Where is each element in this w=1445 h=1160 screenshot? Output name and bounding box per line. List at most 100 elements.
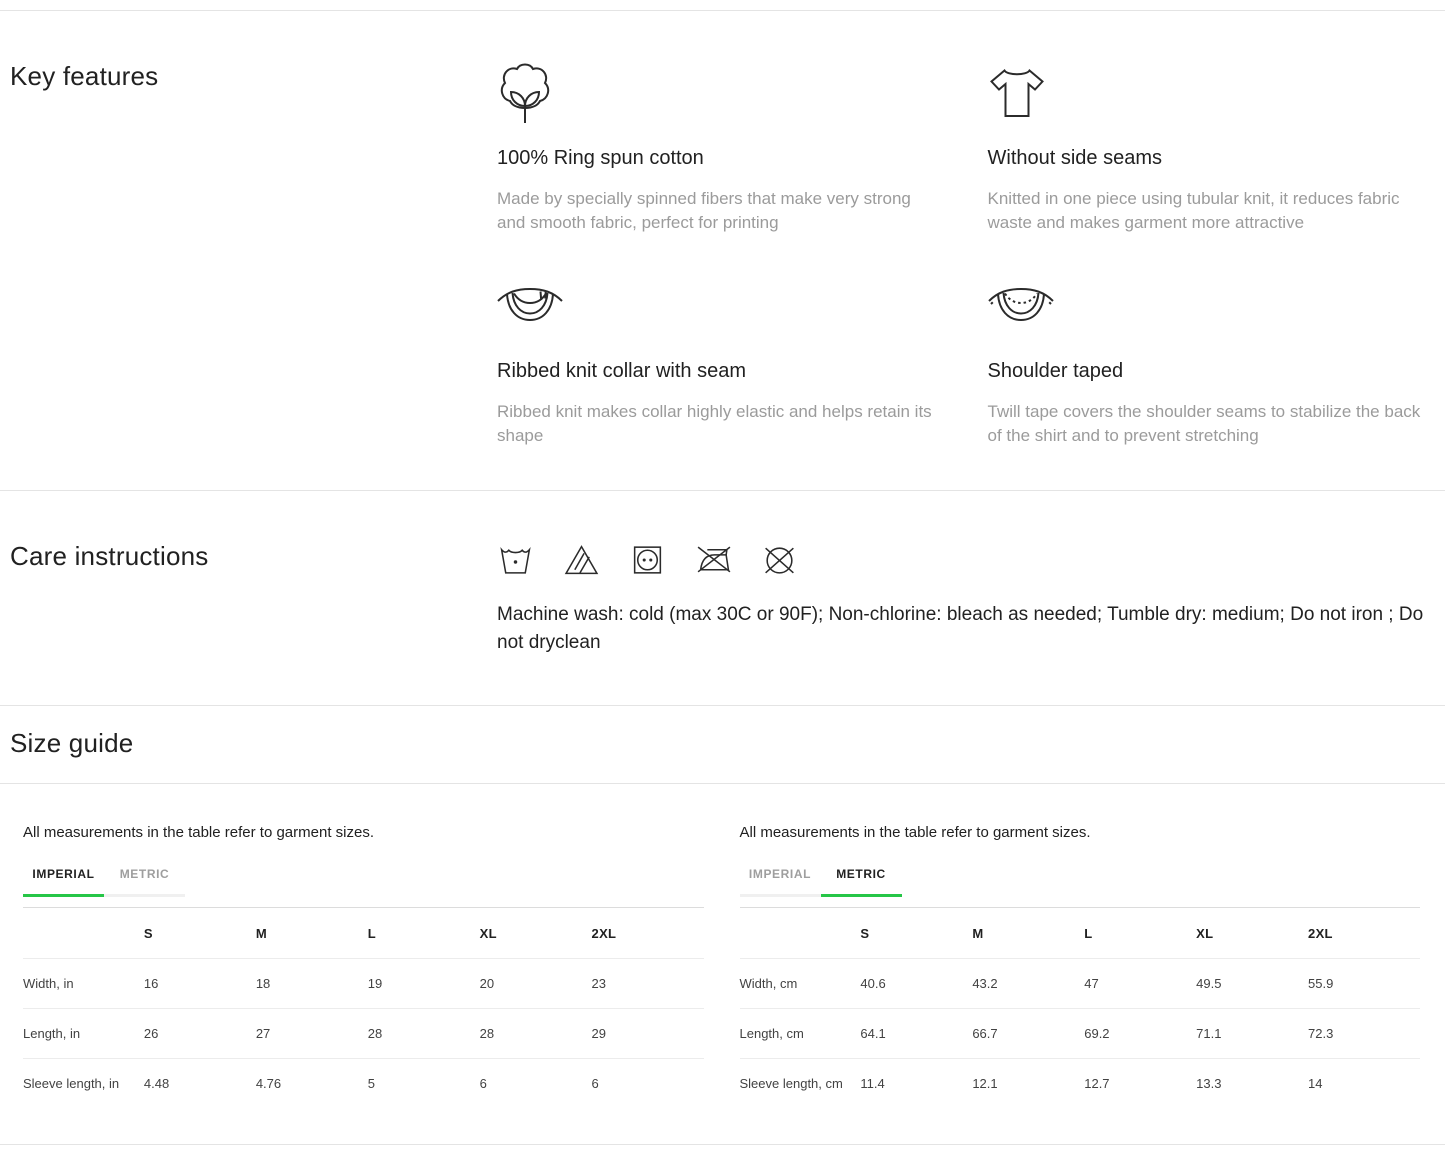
cell-value: 6 xyxy=(592,1059,704,1109)
care-instructions-section: Care instructions xyxy=(0,491,1445,705)
size-column-header-empty xyxy=(23,908,144,959)
feature-title: Without side seams xyxy=(988,147,1431,170)
cell-value: 4.48 xyxy=(144,1059,256,1109)
feature-title: Shoulder taped xyxy=(988,360,1431,383)
size-column-header: L xyxy=(1084,908,1196,959)
feature-description: Ribbed knit makes collar highly elastic … xyxy=(497,400,940,448)
size-column-header: 2XL xyxy=(1308,908,1420,959)
row-label: Sleeve length, in xyxy=(23,1059,144,1109)
do-not-iron-icon xyxy=(695,541,732,579)
top-spacer xyxy=(0,0,1445,10)
size-column-header: 2XL xyxy=(592,908,704,959)
feature-title: Ribbed knit collar with seam xyxy=(497,360,940,383)
table-row: Sleeve length, in 4.48 4.76 5 6 6 xyxy=(23,1059,704,1109)
product-details-page: Key features 100% Ring spun cotton Made … xyxy=(0,0,1445,1145)
table-row: Width, cm 40.6 43.2 47 49.5 55.9 xyxy=(740,959,1421,1009)
tab-metric[interactable]: METRIC xyxy=(104,867,185,897)
cell-value: 14 xyxy=(1308,1059,1420,1109)
features-grid: 100% Ring spun cotton Made by specially … xyxy=(497,61,1430,448)
row-label: Length, in xyxy=(23,1009,144,1059)
key-features-section: Key features 100% Ring spun cotton Made … xyxy=(0,11,1445,490)
table-row: Sleeve length, cm 11.4 12.1 12.7 13.3 14 xyxy=(740,1059,1421,1109)
cell-value: 16 xyxy=(144,959,256,1009)
tab-imperial[interactable]: IMPERIAL xyxy=(740,867,821,897)
row-label: Width, cm xyxy=(740,959,861,1009)
cell-value: 12.1 xyxy=(972,1059,1084,1109)
feature-shoulder-taped: Shoulder taped Twill tape covers the sho… xyxy=(988,274,1431,448)
shoulder-taped-icon xyxy=(988,274,1431,338)
size-column-header-empty xyxy=(740,908,861,959)
metric-size-table: S M L XL 2XL Width, cm 40.6 43.2 47 49.5 xyxy=(740,907,1421,1109)
machine-wash-cold-icon xyxy=(497,541,534,579)
cell-value: 28 xyxy=(480,1009,592,1059)
size-table-imperial-column: All measurements in the table refer to g… xyxy=(23,824,704,1109)
tab-imperial-label: IMPERIAL xyxy=(32,867,94,881)
care-instructions-text: Machine wash: cold (max 30C or 90F); Non… xyxy=(497,601,1430,657)
size-guide-tables-section: All measurements in the table refer to g… xyxy=(0,784,1445,1144)
care-instructions-content: Machine wash: cold (max 30C or 90F); Non… xyxy=(497,541,1430,657)
size-column-header: S xyxy=(144,908,256,959)
tab-imperial-label: IMPERIAL xyxy=(749,867,811,881)
section-divider xyxy=(0,1144,1445,1145)
cotton-icon xyxy=(497,61,940,125)
feature-description: Made by specially spinned fibers that ma… xyxy=(497,187,940,235)
size-guide-heading-section: Size guide xyxy=(0,706,1445,783)
row-label: Length, cm xyxy=(740,1009,861,1059)
cell-value: 71.1 xyxy=(1196,1009,1308,1059)
size-guide-heading: Size guide xyxy=(10,728,1435,758)
cell-value: 23 xyxy=(592,959,704,1009)
feature-description: Twill tape covers the shoulder seams to … xyxy=(988,400,1431,448)
size-column-header: M xyxy=(972,908,1084,959)
cell-value: 5 xyxy=(368,1059,480,1109)
unit-tabs: IMPERIAL METRIC xyxy=(23,867,704,897)
measurements-note: All measurements in the table refer to g… xyxy=(23,824,704,841)
collar-seam-icon xyxy=(497,274,940,338)
cell-value: 64.1 xyxy=(860,1009,972,1059)
cell-value: 66.7 xyxy=(972,1009,1084,1059)
cell-value: 69.2 xyxy=(1084,1009,1196,1059)
feature-ring-spun-cotton: 100% Ring spun cotton Made by specially … xyxy=(497,61,940,235)
cell-value: 18 xyxy=(256,959,368,1009)
measurements-note: All measurements in the table refer to g… xyxy=(740,824,1421,841)
cell-value: 19 xyxy=(368,959,480,1009)
cell-value: 28 xyxy=(368,1009,480,1059)
row-label: Sleeve length, cm xyxy=(740,1059,861,1109)
size-column-header: L xyxy=(368,908,480,959)
cell-value: 13.3 xyxy=(1196,1059,1308,1109)
cell-value: 40.6 xyxy=(860,959,972,1009)
cell-value: 49.5 xyxy=(1196,959,1308,1009)
imperial-size-table: S M L XL 2XL Width, in 16 18 19 20 23 xyxy=(23,907,704,1109)
cell-value: 29 xyxy=(592,1009,704,1059)
cell-value: 27 xyxy=(256,1009,368,1059)
cell-value: 26 xyxy=(144,1009,256,1059)
tshirt-icon xyxy=(988,61,1431,125)
size-column-header: S xyxy=(860,908,972,959)
tab-imperial[interactable]: IMPERIAL xyxy=(23,867,104,897)
table-row: Length, cm 64.1 66.7 69.2 71.1 72.3 xyxy=(740,1009,1421,1059)
feature-description: Knitted in one piece using tubular knit,… xyxy=(988,187,1431,235)
feature-ribbed-knit-collar: Ribbed knit collar with seam Ribbed knit… xyxy=(497,274,940,448)
table-row: Length, in 26 27 28 28 29 xyxy=(23,1009,704,1059)
cell-value: 72.3 xyxy=(1308,1009,1420,1059)
cell-value: 55.9 xyxy=(1308,959,1420,1009)
unit-tabs: IMPERIAL METRIC xyxy=(740,867,1421,897)
size-column-header: XL xyxy=(480,908,592,959)
cell-value: 47 xyxy=(1084,959,1196,1009)
tumble-dry-medium-icon xyxy=(629,541,666,579)
cell-value: 43.2 xyxy=(972,959,1084,1009)
care-instructions-heading: Care instructions xyxy=(10,541,497,571)
size-column-header: M xyxy=(256,908,368,959)
table-header-row: S M L XL 2XL xyxy=(23,908,704,959)
care-icons-row xyxy=(497,541,1430,579)
key-features-heading: Key features xyxy=(10,61,497,91)
cell-value: 6 xyxy=(480,1059,592,1109)
tab-metric[interactable]: METRIC xyxy=(821,867,902,897)
feature-without-side-seams: Without side seams Knitted in one piece … xyxy=(988,61,1431,235)
table-header-row: S M L XL 2XL xyxy=(740,908,1421,959)
size-table-metric-column: All measurements in the table refer to g… xyxy=(740,824,1421,1109)
table-row: Width, in 16 18 19 20 23 xyxy=(23,959,704,1009)
cell-value: 20 xyxy=(480,959,592,1009)
non-chlorine-bleach-icon xyxy=(563,541,600,579)
row-label: Width, in xyxy=(23,959,144,1009)
do-not-dryclean-icon xyxy=(761,541,798,579)
